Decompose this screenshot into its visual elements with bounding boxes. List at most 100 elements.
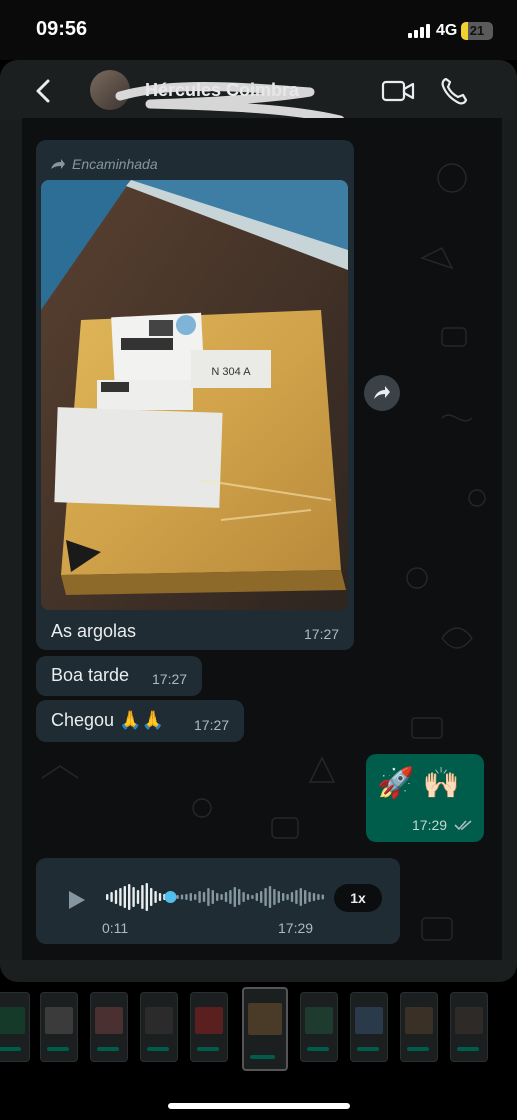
thumbnail-bubble <box>250 1055 276 1059</box>
message-time: 17:27 <box>194 717 230 733</box>
waveform-bar <box>189 893 192 901</box>
thumbnail-item[interactable] <box>0 992 30 1062</box>
photo-time: 17:27 <box>304 626 340 642</box>
waveform-bar <box>185 894 188 900</box>
waveform-bar <box>207 888 210 906</box>
waveform-bar <box>321 894 324 900</box>
waveform-bar <box>220 894 223 900</box>
video-call-icon[interactable] <box>381 78 415 104</box>
forwarded-label: Encaminhada <box>50 156 158 172</box>
thumbnail-item[interactable] <box>400 992 438 1062</box>
share-forward-icon <box>374 386 390 399</box>
voice-message[interactable]: 1x 0:11 17:29 <box>36 858 400 944</box>
thumbnail-preview <box>355 1007 383 1035</box>
waveform-bar <box>317 894 320 900</box>
waveform-bar <box>176 895 179 899</box>
message-time: 17:29 <box>412 817 448 833</box>
forwarded-text: Encaminhada <box>72 156 158 172</box>
thumbnail-preview <box>145 1007 173 1035</box>
outgoing-emoji-message[interactable]: 🚀 🙌🏻 17:29 <box>366 754 484 842</box>
waveform-bar <box>194 894 197 900</box>
waveform-bar <box>264 888 267 906</box>
thumbnail-preview <box>305 1007 333 1035</box>
waveform-bar <box>114 890 118 904</box>
voice-duration: 0:11 <box>102 920 129 936</box>
chat-header: Hércules Coimbra <box>0 60 517 143</box>
thumbnail-item[interactable] <box>140 992 178 1062</box>
thumbnail-item[interactable] <box>40 992 78 1062</box>
thumbnail-preview <box>45 1007 73 1035</box>
waveform-bar <box>273 889 276 905</box>
label-text: N 304 A <box>211 366 251 378</box>
back-icon[interactable] <box>30 76 56 106</box>
waveform-bar <box>141 885 144 909</box>
photo-caption: As argolas <box>51 621 137 641</box>
waveform-bar <box>260 891 263 903</box>
waveform-bar <box>290 892 294 902</box>
thumbnail-bubble <box>407 1047 429 1051</box>
message-chegou[interactable]: Chegou 🙏🙏 17:27 <box>36 700 244 742</box>
waveform-bar <box>233 887 236 907</box>
thumbnail-bubble <box>47 1047 69 1051</box>
thumbnail-item[interactable] <box>90 992 128 1062</box>
waveform-bar <box>216 893 219 901</box>
thumbnail-bubble <box>357 1047 379 1051</box>
thumbnail-preview <box>0 1007 25 1035</box>
thumbnail-item[interactable] <box>450 992 488 1062</box>
waveform-bar <box>211 890 214 904</box>
message-text: Boa tarde <box>51 665 130 685</box>
waveform-bar <box>286 894 289 900</box>
thumbnail-preview <box>405 1007 433 1035</box>
thumbnail-bubble <box>0 1047 21 1051</box>
thumbnail-strip[interactable] <box>0 984 517 1074</box>
waveform-bar <box>277 891 280 903</box>
waveform-bar <box>304 890 307 904</box>
message-text: Chegou 🙏🙏 <box>51 710 164 730</box>
waveform-bar <box>132 887 135 907</box>
package-photo[interactable]: N 304 A <box>41 180 348 610</box>
waveform-bar <box>136 890 140 904</box>
thumbnail-preview <box>95 1007 123 1035</box>
waveform-bar <box>268 886 272 908</box>
playback-speed-button[interactable]: 1x <box>334 884 382 912</box>
waveform-bar <box>224 892 228 902</box>
waveform-bar <box>202 892 206 902</box>
play-icon[interactable] <box>64 888 88 912</box>
emoji-text: 🚀 🙌🏻 <box>377 767 461 800</box>
thumbnail-bubble <box>197 1047 219 1051</box>
waveform-bar <box>145 883 148 911</box>
forward-arrow-icon <box>51 159 65 169</box>
waveform-bar <box>123 886 126 908</box>
forwarded-photo-message[interactable]: Encaminhada N 304 A As argolas 17:27 <box>36 140 354 650</box>
battery-icon: 21 <box>461 22 493 40</box>
forward-button[interactable] <box>364 375 400 411</box>
network-label: 4G <box>436 22 458 39</box>
chat-area[interactable]: Encaminhada N 304 A As argolas 17:27 Boa… <box>22 118 502 960</box>
thumbnail-item[interactable] <box>350 992 388 1062</box>
package-image: N 304 A <box>41 180 348 610</box>
waveform-bar <box>299 888 302 906</box>
waveform-bar <box>106 894 109 900</box>
message-input-bar[interactable] <box>0 960 517 982</box>
thumbnail-item[interactable] <box>300 992 338 1062</box>
thumbnail-preview <box>455 1007 483 1035</box>
waveform[interactable] <box>106 882 326 912</box>
signal-icon <box>408 24 430 38</box>
playhead-dot[interactable] <box>164 891 177 903</box>
waveform-bar <box>229 890 232 904</box>
status-time: 09:56 <box>36 18 88 40</box>
waveform-bar <box>282 893 285 901</box>
waveform-bar <box>158 893 162 901</box>
voice-call-icon[interactable] <box>440 76 468 106</box>
voice-time: 17:29 <box>278 920 314 936</box>
thumbnail-preview <box>248 1003 282 1035</box>
thumbnail-bubble <box>97 1047 119 1051</box>
waveform-bar <box>242 892 245 902</box>
thumbnail-item[interactable] <box>242 987 288 1071</box>
thumbnail-preview <box>195 1007 223 1035</box>
thumbnail-item[interactable] <box>190 992 228 1062</box>
message-boa-tarde[interactable]: Boa tarde 17:27 <box>36 656 202 696</box>
home-indicator[interactable] <box>168 1103 350 1109</box>
thumbnail-bubble <box>457 1047 479 1051</box>
waveform-bar <box>119 888 122 906</box>
